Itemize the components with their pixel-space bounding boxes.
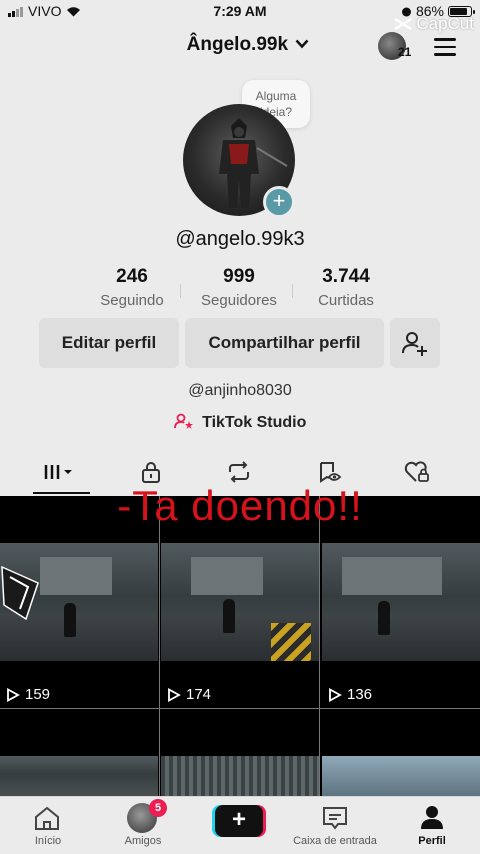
header-avatar-count: 21: [398, 45, 412, 59]
grid-divider: [0, 708, 480, 709]
view-count-value: 136: [347, 686, 373, 703]
nav-friends[interactable]: 5 Amigos: [95, 797, 191, 854]
video-thumbnail: [322, 756, 480, 796]
stat-followers-value: 999: [223, 266, 255, 287]
bottom-nav: Início 5 Amigos + Caixa de entrada Perfi…: [0, 796, 480, 854]
view-count-value: 174: [186, 686, 212, 703]
capcut-logo-icon: [394, 17, 413, 31]
capcut-watermark: CapCut: [394, 14, 474, 34]
play-icon: [7, 687, 20, 702]
overlay-caption: -Ta doendo!!: [117, 482, 363, 529]
video-thumbnail: [161, 756, 319, 796]
nav-home-label: Início: [34, 835, 62, 847]
friends-badge: 5: [149, 799, 167, 817]
capcut-label: CapCut: [416, 14, 474, 33]
nav-profile[interactable]: Perfil: [384, 797, 480, 854]
stat-followers[interactable]: 999 Seguidores: [179, 266, 299, 309]
view-count: 136: [328, 686, 372, 703]
add-story-button[interactable]: +: [263, 186, 295, 218]
lock-icon: [142, 462, 160, 483]
video-thumbnail: [0, 543, 158, 661]
profile-stats: 246 Seguindo 999 Seguidores 3.744 Curtid…: [0, 266, 480, 310]
nav-profile-label: Perfil: [418, 835, 446, 847]
video-grid: 159 174 136: [0, 496, 480, 796]
linked-account[interactable]: @anjinho8030: [0, 382, 480, 400]
video-thumbnail: [322, 543, 480, 661]
stat-likes[interactable]: 3.744 Curtidas: [286, 266, 406, 309]
profile-icon: [421, 806, 443, 829]
stat-following[interactable]: 246 Seguindo: [72, 266, 192, 309]
heart-lock-icon: [404, 461, 429, 482]
studio-user-star-icon: [173, 413, 193, 429]
chevron-down-icon: [295, 39, 309, 49]
header-username: Ângelo.99k: [186, 34, 289, 55]
nav-inbox-label: Caixa de entrada: [293, 835, 377, 847]
stat-following-value: 246: [116, 266, 148, 287]
view-count: 174: [167, 686, 211, 703]
play-icon: [168, 687, 181, 702]
grid-divider: [319, 496, 320, 796]
overlay-logo: [1, 565, 39, 621]
stat-followers-label: Seguidores: [201, 292, 277, 309]
bookmark-eye-icon: [320, 462, 342, 483]
share-profile-button[interactable]: Compartilhar perfil: [185, 318, 384, 368]
view-count: 159: [6, 686, 50, 703]
grid-bars-icon: [44, 465, 72, 479]
home-icon: [35, 806, 59, 830]
menu-icon[interactable]: [434, 38, 456, 61]
video-thumbnail: [161, 543, 319, 661]
profile-header: Ângelo.99k 21: [0, 32, 480, 61]
stat-likes-label: Curtidas: [318, 292, 374, 309]
profile-handle: @angelo.99k3: [175, 228, 305, 250]
add-friend-button[interactable]: [390, 318, 440, 368]
edit-profile-button[interactable]: Editar perfil: [39, 318, 179, 368]
inbox-icon: [323, 807, 347, 830]
view-count-value: 159: [25, 686, 51, 703]
stat-following-label: Seguindo: [100, 292, 164, 309]
repost-icon: [229, 461, 249, 483]
nav-home[interactable]: Início: [0, 797, 96, 854]
grid-divider: [159, 496, 160, 796]
add-user-icon: [402, 332, 427, 356]
studio-label: TikTok Studio: [202, 414, 307, 431]
video-thumbnail: [0, 756, 158, 796]
stat-likes-value: 3.744: [322, 266, 370, 287]
tiktok-studio-link[interactable]: TikTok Studio: [0, 413, 480, 432]
nav-friends-label: Amigos: [124, 835, 162, 847]
play-icon: [329, 687, 342, 702]
nav-inbox[interactable]: Caixa de entrada: [287, 797, 383, 854]
profile-avatar-wrap: +: [183, 104, 295, 218]
create-button[interactable]: +: [215, 805, 263, 837]
